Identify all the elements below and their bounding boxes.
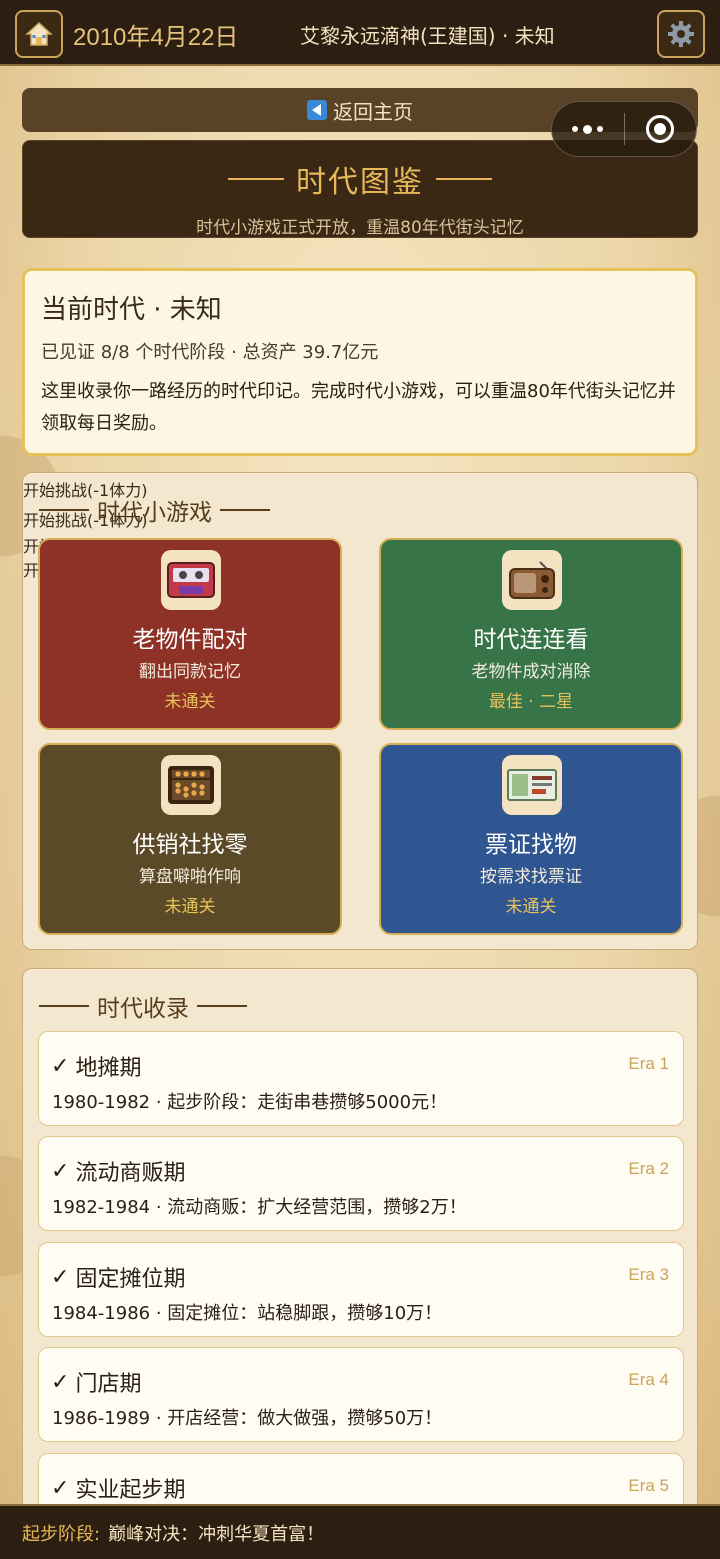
- settings-button[interactable]: [657, 10, 705, 58]
- game-status: 最佳 · 二星: [488, 692, 574, 712]
- mini-games-panel: 时代小游戏 老物件配对 翻出同款记忆 未通关 时代连连看 老物件成对消除 最佳 …: [22, 472, 698, 950]
- era-record-title: ✓ 门店期: [51, 1366, 141, 1398]
- current-era-card: 当前时代 · 未知 已见证 8/8 个时代阶段 · 总资产 39.7亿元 这里收…: [22, 268, 698, 456]
- era-record-desc: 1982-1984 · 流动商贩：扩大经营范围，攒够2万！: [52, 1197, 467, 1218]
- player-name: 艾黎永远滴神(王建国) · 未知: [300, 24, 555, 48]
- game-name: 时代连连看: [473, 627, 589, 653]
- era-record-name: 固定摊位期: [75, 1267, 186, 1292]
- checkmark-icon: ✓: [51, 1158, 70, 1184]
- page-title: 时代图鉴: [23, 157, 697, 201]
- era-record-item[interactable]: ✓ 门店期 Era 4 1986-1989 · 开店经营：做大做强，攒够50万！: [38, 1347, 684, 1442]
- game-card-memory-match[interactable]: 老物件配对 翻出同款记忆 未通关: [38, 538, 342, 730]
- home-icon: [25, 21, 53, 46]
- checkmark-icon: ✓: [51, 1369, 70, 1395]
- page-subtitle: 时代小游戏正式开放，重温80年代街头记忆: [196, 218, 524, 238]
- current-era-description: 这里收录你一路经历的时代印记。完成时代小游戏，可以重温80年代街头记忆并领取每日…: [41, 381, 676, 434]
- bottom-ticker: 起步阶段: 巅峰对决：冲刺华夏首富！: [0, 1504, 720, 1559]
- era-record-name: 流动商贩期: [75, 1161, 186, 1186]
- game-date: 2010年4月22日: [73, 24, 239, 51]
- back-arrow-icon: [307, 100, 327, 120]
- era-record-desc: 1980-1982 · 起步阶段：走街串巷攒够5000元！: [52, 1092, 448, 1113]
- page-title-text: 时代图鉴: [296, 165, 424, 200]
- era-record-name: 门店期: [75, 1372, 142, 1397]
- era-record-name: 地摊期: [75, 1056, 142, 1081]
- game-status: 未通关: [505, 897, 557, 917]
- era-records-heading-text: 时代收录: [97, 996, 189, 1022]
- game-desc: 翻出同款记忆: [139, 662, 241, 682]
- era-record-title: ✓ 固定摊位期: [51, 1261, 185, 1293]
- era-record-number: Era 3: [628, 1265, 669, 1284]
- back-label: 返回主页: [333, 99, 413, 124]
- era-record-name: 实业起步期: [75, 1478, 186, 1503]
- era-record-title: ✓ 流动商贩期: [51, 1155, 185, 1187]
- mini-program-capsule: [551, 101, 697, 157]
- game-desc: 按需求找票证: [480, 867, 582, 887]
- era-record-title: ✓ 地摊期: [51, 1050, 141, 1082]
- era-records-heading: 时代收录: [39, 989, 247, 1023]
- mini-games-heading: 时代小游戏: [39, 493, 270, 527]
- ticker-text: 巅峰对决：冲刺华夏首富！: [108, 1523, 325, 1545]
- game-card-ticket-finder[interactable]: 票证找物 按需求找票证 未通关: [379, 743, 683, 935]
- radio-icon: [502, 550, 562, 610]
- ticker-label: 起步阶段:: [22, 1523, 101, 1545]
- game-name: 老物件配对: [132, 627, 248, 653]
- title-divider-right: [436, 178, 492, 180]
- gear-icon: [668, 21, 694, 47]
- cassette-tape-icon: [161, 550, 221, 610]
- era-record-item[interactable]: ✓ 固定摊位期 Era 3 1984-1986 · 固定摊位：站稳脚跟，攒够10…: [38, 1242, 684, 1337]
- game-card-link-match[interactable]: 时代连连看 老物件成对消除 最佳 · 二星: [379, 538, 683, 730]
- era-records-panel: 时代收录 ✓ 地摊期 Era 1 1980-1982 · 起步阶段：走街串巷攒够…: [22, 968, 698, 1528]
- title-divider-left: [228, 178, 284, 180]
- current-era-title: 当前时代 · 未知: [41, 295, 222, 325]
- era-record-item[interactable]: ✓ 流动商贩期 Era 2 1982-1984 · 流动商贩：扩大经营范围，攒够…: [38, 1136, 684, 1231]
- game-status: 未通关: [164, 692, 216, 712]
- era-record-number: Era 2: [628, 1159, 669, 1178]
- game-name: 供销社找零: [132, 832, 248, 858]
- game-desc: 老物件成对消除: [471, 662, 591, 682]
- era-record-number: Era 5: [628, 1476, 669, 1495]
- checkmark-icon: ✓: [51, 1264, 70, 1290]
- more-dots-icon[interactable]: [552, 124, 624, 134]
- home-button[interactable]: [15, 10, 63, 58]
- checkmark-icon: ✓: [51, 1475, 70, 1501]
- game-desc: 算盘噼啪作响: [139, 867, 241, 887]
- abacus-icon: [161, 755, 221, 815]
- checkmark-icon: ✓: [51, 1053, 70, 1079]
- ration-ticket-icon: [502, 755, 562, 815]
- game-status: 未通关: [164, 897, 216, 917]
- era-record-number: Era 4: [628, 1370, 669, 1389]
- era-record-desc: 1986-1989 · 开店经营：做大做强，攒够50万！: [52, 1408, 443, 1429]
- era-record-desc: 1984-1986 · 固定摊位：站稳脚跟，攒够10万！: [52, 1303, 443, 1324]
- current-era-stats: 已见证 8/8 个时代阶段 · 总资产 39.7亿元: [41, 342, 379, 363]
- game-name: 票证找物: [485, 832, 577, 858]
- era-record-number: Era 1: [628, 1054, 669, 1073]
- mini-games-heading-text: 时代小游戏: [97, 500, 212, 526]
- target-icon[interactable]: [625, 115, 697, 143]
- game-card-change-making[interactable]: 供销社找零 算盘噼啪作响 未通关: [38, 743, 342, 935]
- top-bar: 2010年4月22日 艾黎永远滴神(王建国) · 未知: [0, 0, 720, 66]
- era-record-title: ✓ 实业起步期: [51, 1472, 185, 1504]
- era-record-item[interactable]: ✓ 地摊期 Era 1 1980-1982 · 起步阶段：走街串巷攒够5000元…: [38, 1031, 684, 1126]
